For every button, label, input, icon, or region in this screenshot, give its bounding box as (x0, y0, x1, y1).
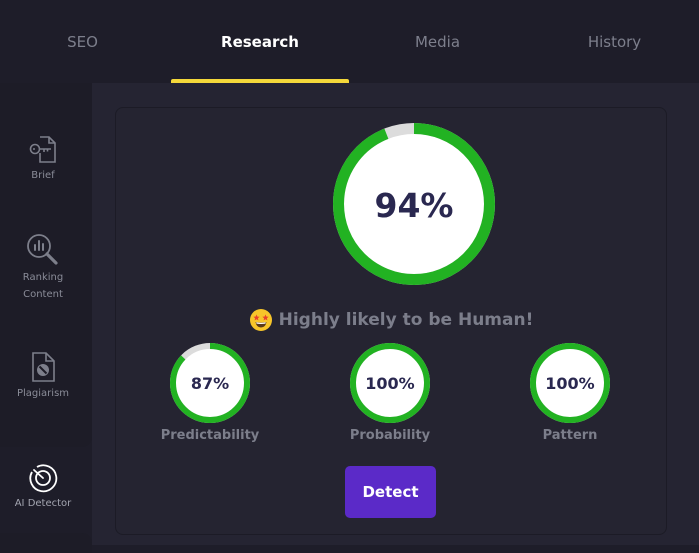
verdict-text: Highly likely to be Human! (278, 310, 534, 330)
sidebar-item-ai-detector[interactable]: AI Detector (0, 461, 86, 512)
tab-label: History (587, 32, 642, 51)
sidebar-item-brief[interactable]: Brief (0, 133, 86, 184)
sidebar-item-label: Ranking Content (22, 272, 64, 300)
tab-seo[interactable]: SEO (0, 0, 165, 83)
sidebar-item-plagiarism[interactable]: Plagiarism (0, 351, 86, 402)
ai-detector-card: 94% Highly likely to be Human! 87% Predi… (115, 107, 667, 535)
detect-button[interactable]: Detect (345, 466, 436, 518)
predictability-ring: 87% (170, 343, 250, 423)
sidebar-item-ranking-content[interactable]: Ranking Content (0, 233, 86, 303)
detector-dial-icon (29, 464, 58, 493)
probability-ring: 100% (350, 343, 430, 423)
metric-label: Predictability (160, 428, 260, 443)
metric-value: 100% (365, 374, 414, 393)
metric-value: 87% (191, 374, 229, 393)
sidebar: Brief Ranking Content Plagiarism AI Dete… (0, 83, 92, 553)
overall-score-ring: 94% (333, 123, 495, 285)
overall-score-value: 94% (375, 186, 454, 225)
top-tab-bar: SEO Research Media History (0, 0, 699, 83)
sidebar-item-label: Plagiarism (16, 388, 70, 399)
metric-value: 100% (545, 374, 594, 393)
metric-predictability: 87% Predictability (160, 342, 260, 443)
verdict: Highly likely to be Human! (116, 308, 666, 332)
document-key-icon (29, 136, 56, 163)
metric-label: Pattern (542, 428, 598, 443)
tab-history[interactable]: History (530, 0, 699, 83)
search-chart-icon (27, 234, 58, 265)
sidebar-item-label: AI Detector (14, 498, 72, 509)
star-struck-emoji-icon (249, 309, 272, 331)
sidebar-panel-bottom (0, 533, 92, 553)
metric-label: Probability (349, 428, 431, 443)
sidebar-item-label: Brief (31, 170, 55, 181)
tab-label: Media (414, 32, 461, 51)
document-block-icon (32, 352, 55, 382)
pattern-ring: 100% (530, 343, 610, 423)
tab-research[interactable]: Research (171, 0, 349, 83)
tab-media[interactable]: Media (355, 0, 520, 83)
metric-probability: 100% Probability (340, 342, 440, 443)
tab-label: Research (221, 32, 299, 51)
metric-pattern: 100% Pattern (520, 342, 620, 443)
tab-label: SEO (67, 32, 98, 51)
main-content: 94% Highly likely to be Human! 87% Predi… (92, 83, 699, 545)
